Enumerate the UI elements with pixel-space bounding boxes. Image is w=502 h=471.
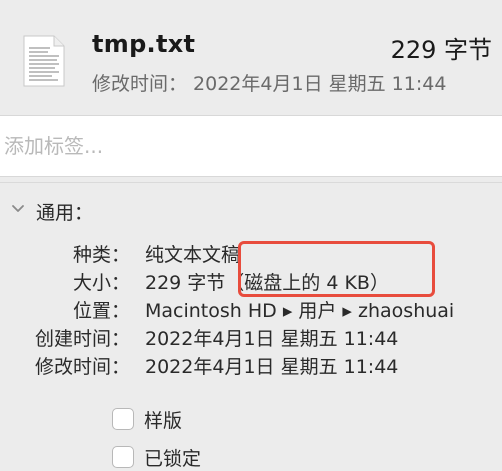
size-label: 大小： <box>72 272 130 294</box>
file-name: tmp.txt <box>92 30 196 58</box>
info-header: tmp.txt 229 字节 修改时间： 2022年4月1日 星期五 11:44 <box>0 0 502 112</box>
chevron-down-icon[interactable] <box>10 201 26 217</box>
created-label: 创建时间： <box>34 328 130 350</box>
location-value: Macintosh HD ▸ 用户 ▸ zhaoshuai <box>145 300 455 322</box>
created-value: 2022年4月1日 星期五 11:44 <box>145 328 399 350</box>
tags-input[interactable] <box>0 115 502 177</box>
kind-label: 种类： <box>72 244 130 266</box>
section-divider <box>0 182 502 183</box>
modified-summary: 修改时间： 2022年4月1日 星期五 11:44 <box>92 73 447 95</box>
kind-value: 纯文本文稿 <box>145 244 241 266</box>
disk-size-highlight <box>238 241 435 297</box>
file-size: 229 字节 <box>390 36 492 64</box>
modified-value: 2022年4月1日 星期五 11:44 <box>145 356 399 378</box>
text-document-icon <box>23 35 65 87</box>
location-label: 位置： <box>72 300 130 322</box>
stationery-checkbox[interactable] <box>112 408 134 430</box>
stationery-label[interactable]: 样版 <box>144 406 182 433</box>
locked-checkbox[interactable] <box>112 446 134 468</box>
general-section-title[interactable]: 通用： <box>36 198 93 225</box>
locked-label[interactable]: 已锁定 <box>144 444 201 471</box>
modified-label: 修改时间： <box>34 356 130 378</box>
